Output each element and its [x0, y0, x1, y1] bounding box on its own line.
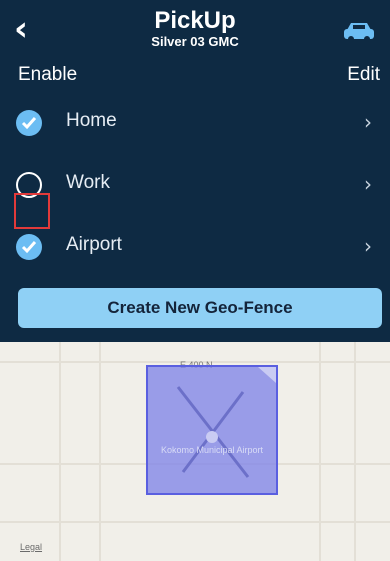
geo-fence-area[interactable]: Kokomo Municipal Airport — [146, 365, 278, 495]
list-item-home[interactable]: Home › — [0, 92, 390, 154]
geo-fence-panel: ‹ PickUp Silver 03 GMC Enable Edit Home … — [0, 0, 390, 342]
geo-fence-list: Home › Work › Airport › — [0, 92, 390, 278]
vehicle-subtitle: Silver 03 GMC — [151, 34, 239, 49]
chevron-right-icon: › — [364, 172, 372, 196]
edit-button[interactable]: Edit — [347, 64, 380, 86]
list-item-airport[interactable]: Airport › — [0, 216, 390, 278]
checkmark-icon[interactable] — [16, 110, 42, 136]
list-item-label: Home — [66, 110, 117, 131]
nav-bar: ‹ PickUp Silver 03 GMC — [0, 0, 390, 62]
runway-icon — [176, 367, 276, 478]
airport-label: Kokomo Municipal Airport — [160, 445, 264, 455]
legal-link[interactable]: Legal — [20, 542, 42, 552]
list-item-label: Airport — [66, 234, 122, 255]
map-view[interactable]: E 400 N Kokomo Municipal Airport Legal — [0, 342, 390, 561]
title-block: PickUp Silver 03 GMC — [90, 8, 300, 50]
checkmark-icon[interactable] — [16, 234, 42, 260]
highlight-box — [14, 193, 50, 229]
back-icon[interactable]: ‹ — [14, 12, 44, 48]
car-icon[interactable] — [342, 20, 376, 44]
enable-label: Enable — [18, 64, 78, 85]
chevron-right-icon: › — [364, 110, 372, 134]
chevron-right-icon: › — [364, 234, 372, 258]
page-title: PickUp — [154, 7, 236, 34]
list-actions: Enable Edit — [18, 62, 380, 90]
create-geo-fence-button[interactable]: Create New Geo-Fence — [18, 288, 382, 328]
list-item-work[interactable]: Work › — [0, 154, 390, 216]
list-item-label: Work — [66, 172, 110, 193]
